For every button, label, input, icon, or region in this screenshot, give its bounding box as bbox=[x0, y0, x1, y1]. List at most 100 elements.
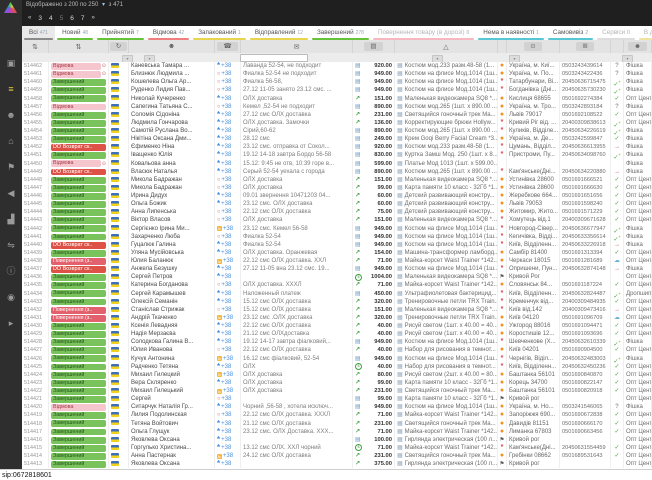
sidebar-item-monitoring-icon[interactable]: ◉ bbox=[0, 288, 22, 306]
id-sort-icon[interactable]: ⇅ bbox=[22, 40, 49, 53]
table-row[interactable]: 514426ЗавершенийКучук Антонинаlc+3816.12… bbox=[22, 355, 652, 363]
table-row[interactable]: 514438Повернення (з..Юлия Баланюкlc+3822… bbox=[22, 257, 652, 265]
location-icon[interactable]: ⊙ bbox=[507, 40, 560, 53]
table-row[interactable]: 514435ЗавершенийКатерина Богданова○+38ОЛ… bbox=[22, 281, 652, 289]
sync-icon[interactable]: ↻ bbox=[109, 40, 129, 53]
tab-Нема в наявності[interactable]: Нема в наявності1 bbox=[476, 26, 546, 40]
table-row[interactable]: 514431Повернення (з..Андрій Ткаченкоlc+3… bbox=[22, 314, 652, 322]
sidebar-item-statistics-icon[interactable]: ▟ bbox=[0, 210, 22, 228]
table-row[interactable]: 514451ЗавершенийІващенко Юлія*+3819.12 1… bbox=[22, 151, 652, 159]
tab-Самовивіз[interactable]: Самовивіз2 bbox=[546, 26, 595, 40]
table-row[interactable]: 514457ВідмоваСапегина Татьяна С...○+38Ке… bbox=[22, 103, 652, 111]
tab-Прийнятий[interactable]: Прийнятий7 bbox=[95, 26, 146, 40]
sidebar-item-orders-icon[interactable]: ≡ bbox=[0, 80, 22, 98]
table-row[interactable]: 514434ЗавершенийСергей Карамышев*+38Нало… bbox=[22, 290, 652, 298]
comment-icon[interactable]: ✉ bbox=[241, 40, 353, 53]
table-row[interactable]: 514450Відмова⊙Ковальова анна*+3815.12: 9… bbox=[22, 160, 652, 168]
tab-Новий[interactable]: Новий48 bbox=[55, 26, 95, 40]
table-row[interactable]: 514462Відмова⊙Каневська Тамара ...*+38Ла… bbox=[22, 62, 652, 70]
sidebar-item-info-icon[interactable]: ⓘ bbox=[0, 262, 22, 280]
product-icon[interactable]: △ bbox=[395, 40, 498, 53]
track-status-icon[interactable] bbox=[611, 40, 624, 53]
table-row[interactable]: 514445ЗавершенийОльга Божик*+3823.12 смс… bbox=[22, 200, 652, 208]
table-row[interactable]: 514447ЗавершенийМикола Бадражан○+38ОЛХ д… bbox=[22, 184, 652, 192]
table-row[interactable]: 514456ЗавершенийСоломія Сідоніна*+3827.1… bbox=[22, 111, 652, 119]
table-row[interactable]: 514453ЗавершенийНікітіна Оксана Дми...*+… bbox=[22, 135, 652, 143]
table-row[interactable]: 514452DO Возврат ск..Єфименко Ніна*+3823… bbox=[22, 143, 652, 151]
tab-Всі[interactable]: Всі471 bbox=[22, 26, 55, 40]
sidebar-item-announcements-icon[interactable]: ◀ bbox=[0, 184, 22, 202]
table-row[interactable]: 514433ЗавершенийОлексій Семанін*+3815.12… bbox=[22, 298, 652, 306]
sidebar-item-dashboard-icon[interactable]: ▣ bbox=[0, 54, 22, 72]
table-row[interactable]: 514415ЗавершенийГоргулько Христина...*+3… bbox=[22, 444, 652, 452]
app-logo-icon[interactable] bbox=[4, 2, 17, 13]
price-cell: ↗71.00 bbox=[353, 428, 395, 436]
page-6[interactable]: 6 bbox=[70, 15, 74, 22]
table-row[interactable]: 514417ЗавершенийОльга Глущук*+3823.12 см… bbox=[22, 428, 652, 436]
table-row[interactable]: 514459ЗавершенийРуденко Лидия Пав...○+38… bbox=[22, 86, 652, 94]
phone-icon[interactable]: ☎ bbox=[215, 40, 241, 53]
table-row[interactable]: 514418ЗавершенийТетяна Войтович*+3821.12… bbox=[22, 420, 652, 428]
table-row[interactable]: 514414ЗавершенийАнна Пастернакlc+3824.12… bbox=[22, 452, 652, 460]
tab-В дорозі додому[interactable]: В дорозі додому0 bbox=[637, 26, 652, 40]
page-3[interactable]: 3 bbox=[38, 15, 42, 22]
tab-Відмова[interactable]: Відмова42 bbox=[146, 26, 191, 40]
manager-icon[interactable]: ☻ bbox=[624, 40, 652, 53]
sidebar-item-settings-icon[interactable]: ⇋ bbox=[0, 236, 22, 254]
sidebar-item-video-icon[interactable]: ▸ bbox=[0, 314, 22, 332]
page-5[interactable]: 5 bbox=[60, 15, 64, 22]
money-icon[interactable]: ▤ bbox=[353, 40, 395, 53]
table-row[interactable]: 514439ЗавершенийУляна Мусійовська*+38ОЛХ… bbox=[22, 249, 652, 257]
sidebar-item-clients-icon[interactable]: ☻ bbox=[0, 106, 22, 124]
table-row[interactable]: 514461Відмова⊙Близнюк Людмила ...○+38Фиа… bbox=[22, 70, 652, 78]
table-row[interactable]: 514437DO Возврат ск..Анжела Безушку*+382… bbox=[22, 265, 652, 273]
table-row[interactable]: 514416ЗавершенийЯковлева Оксана*+38▤100.… bbox=[22, 436, 652, 444]
page-7[interactable]: 7 bbox=[81, 15, 85, 22]
customer-icon[interactable]: ☻ bbox=[129, 40, 215, 53]
table-row[interactable]: 514440DO Возврат ск..Гуцалюк Галина*+38Ф… bbox=[22, 241, 652, 249]
tab-Запакований[interactable]: Запакований1 bbox=[191, 26, 248, 40]
table-row[interactable]: 514442ЗавершенийСергієнко Ірина Ми...lc+… bbox=[22, 225, 652, 233]
phone-filter-input[interactable] bbox=[240, 54, 308, 62]
table-row[interactable]: 514430ЗавершенийКсенія Левадняя*+3822.12… bbox=[22, 322, 652, 330]
status-badge: Завершений bbox=[51, 152, 106, 159]
table-row[interactable]: 514425ЗавершенийРадченко Тетяна*+38ОЛХ$4… bbox=[22, 363, 652, 371]
table-row[interactable]: 514460ЗавершенийКошелева Ольга Ар...○+38… bbox=[22, 78, 652, 86]
carrier-icon: * bbox=[501, 86, 504, 93]
tab-Відправлений[interactable]: Відправлений12 bbox=[248, 26, 310, 40]
range-dropdown-icon[interactable]: ▾ bbox=[102, 2, 105, 8]
table-row[interactable]: 514443ЗавершенийВіктор Власов○+38ОЛХ дос… bbox=[22, 216, 652, 224]
table-row[interactable]: 514423ЗавершенийВера Скляренко*+38ОЛХ до… bbox=[22, 379, 652, 387]
sidebar-item-tags-icon[interactable]: ⚑ bbox=[0, 158, 22, 176]
sidebar-item-company-icon[interactable]: ⌂ bbox=[0, 132, 22, 150]
last-page-icon[interactable]: » bbox=[91, 15, 94, 21]
table-row[interactable]: 514432Повернення (з..Станіслав Стрижак○+… bbox=[22, 306, 652, 314]
table-row[interactable]: 514441ЗавершенийЗахарченко Люба○+38Фиалк… bbox=[22, 233, 652, 241]
table-row[interactable]: 514446ЗавершенийИрина Дидух*+3809.01 зве… bbox=[22, 192, 652, 200]
table-row[interactable]: 514458ЗавершенийНиколай Кучеренко*+38ОЛХ… bbox=[22, 95, 652, 103]
status-sort-icon[interactable]: ⇅ bbox=[49, 40, 109, 53]
table-row[interactable]: 514413ЗавершенийЯковлева Оксана*+38↗375.… bbox=[22, 460, 652, 468]
page-4[interactable]: 4 bbox=[49, 15, 53, 22]
table-row[interactable]: 514455ЗавершенийЛюдмила Гончарова*+38ОЛХ… bbox=[22, 119, 652, 127]
tracking-icon[interactable]: ‖‖ bbox=[560, 40, 611, 53]
tab-Повернення товару (в дорозі)[interactable]: Повернення товару (в дорозі)0 bbox=[371, 26, 476, 40]
tab-Завершений[interactable]: Завершений278 bbox=[310, 26, 371, 40]
tab-Сервіси[interactable]: Сервіси0 bbox=[595, 26, 637, 40]
delivery-icon[interactable] bbox=[498, 40, 507, 53]
first-page-icon[interactable]: « bbox=[28, 15, 31, 21]
table-row[interactable]: 514428ЗавершенийСолодкова Галина В...*+3… bbox=[22, 338, 652, 346]
table-row[interactable]: 514424ЗавершенийМихаил Гилецкийlc+38ОЛХ … bbox=[22, 371, 652, 379]
table-row[interactable]: 514444ЗавершенийАнна Липенська○+3822.12 … bbox=[22, 208, 652, 216]
table-row[interactable]: 514429ЗавершенийНадія Мерзаєва*+3821.12 … bbox=[22, 330, 652, 338]
table-row[interactable]: 514422ЗавершенийМихаил Гилецькийlc+38ОЛХ… bbox=[22, 387, 652, 395]
table-row[interactable]: 514436ЗавершенийСергей Петров*+38$1004.0… bbox=[22, 273, 652, 281]
table-row[interactable]: 514448ЗавершенийМикола Бадражан○+38ОЛХ д… bbox=[22, 176, 652, 184]
call-star-icon: * bbox=[217, 291, 220, 297]
table-row[interactable]: 514454ЗавершенийСамотій Руслана Во...*+3… bbox=[22, 127, 652, 135]
table-row[interactable]: 514419ЗавершенийЛилия Подолинская○+3822.… bbox=[22, 411, 652, 419]
table-row[interactable]: 514449DO Возврат ск..Власюк Наталья*+38С… bbox=[22, 168, 652, 176]
table-row[interactable]: 514420ВідмоваСитарчук Наталія Гр...*+38Ч… bbox=[22, 403, 652, 411]
table-row[interactable]: 514427ЗавершенийЮлия Иванова○+3822.12 см… bbox=[22, 346, 652, 354]
table-row[interactable]: 514421ЗавершенийСергей○+38▤99.00▦Карта п… bbox=[22, 395, 652, 403]
